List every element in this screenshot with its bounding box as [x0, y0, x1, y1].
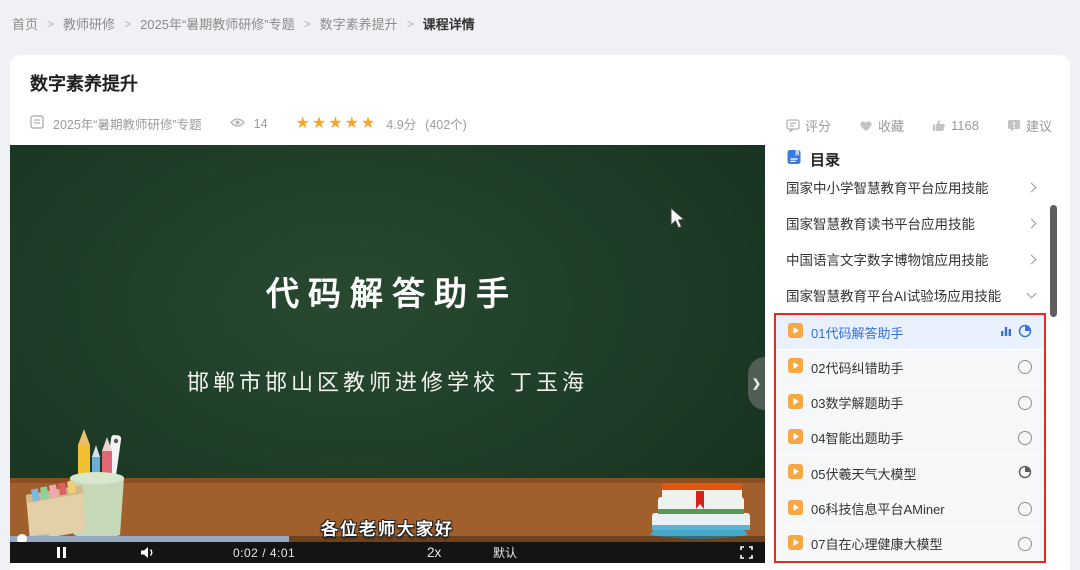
breadcrumb-summer-topic[interactable]: 2025年“暑期教师研修”专题: [140, 14, 295, 33]
not-started-icon: [1018, 395, 1032, 410]
video-lesson-icon: [788, 358, 803, 376]
chevron-right-icon: [1026, 218, 1037, 228]
chevron-down-icon: [1026, 288, 1037, 299]
like-count: 1168: [951, 118, 979, 133]
fullscreen-button[interactable]: [740, 542, 753, 563]
in-progress-icon: [1018, 465, 1032, 482]
video-lesson-icon: [788, 428, 803, 447]
views-count: 14: [253, 116, 268, 131]
toc-group-smart-edu-platform[interactable]: 国家中小学智慧教育平台应用技能: [773, 169, 1049, 205]
breadcrumb-home[interactable]: 首页: [12, 14, 38, 33]
chevron-right-icon: ❯: [751, 378, 762, 390]
catalog-icon: [786, 149, 802, 170]
video-slide-title: 代码解答助手: [266, 274, 518, 313]
rate-label: 评分: [804, 119, 831, 134]
suggest-icon: [1007, 119, 1021, 132]
favorite-button[interactable]: 收藏: [859, 116, 904, 135]
breadcrumb-separator: >: [47, 16, 55, 31]
mouse-cursor: [670, 207, 686, 229]
course-topic: 2025年“暑期教师研修”专题: [53, 118, 202, 132]
video-lesson-icon: [788, 393, 803, 412]
breadcrumb-digital-literacy[interactable]: 数字素养提升: [320, 14, 398, 33]
volume-button[interactable]: [140, 542, 156, 563]
lesson-item-03[interactable]: 03数学解题助手: [776, 385, 1044, 421]
toc-group-ai-lab[interactable]: 国家智慧教育平台AI试验场应用技能: [773, 277, 1049, 313]
not-started-icon: [1018, 360, 1032, 375]
page-title: 数字素养提升: [30, 74, 138, 94]
favorite-label: 收藏: [878, 119, 905, 134]
video-lesson-icon: [788, 464, 803, 482]
toc-header: 目录: [786, 149, 840, 170]
rate-button[interactable]: 评分: [786, 116, 831, 135]
lesson-item-02[interactable]: 02代码纠错助手: [776, 350, 1044, 386]
suggest-label: 建议: [1025, 119, 1052, 134]
breadcrumb-current: 课程详情: [422, 17, 475, 32]
toc-group-list: 国家中小学智慧教育平台应用技能 国家智慧教育读书平台应用技能 中国语言文字数字博…: [773, 169, 1049, 313]
quality-button[interactable]: 默认: [493, 542, 517, 563]
topic-icon: [30, 115, 44, 132]
toc-group-language-museum[interactable]: 中国语言文字数字博物馆应用技能: [773, 241, 1049, 277]
breadcrumb-separator: >: [303, 16, 311, 31]
chevron-right-icon: [1026, 254, 1037, 264]
time-display: 0:02 / 4:01: [233, 545, 296, 560]
toc-group-reading-platform[interactable]: 国家智慧教育读书平台应用技能: [773, 205, 1049, 241]
course-detail-page: 首页 > 教师研修 > 2025年“暑期教师研修”专题 > 数字素养提升 > 课…: [0, 0, 1080, 570]
action-bar: 评分 收藏 1168 建议: [786, 116, 1052, 135]
rating-score: 4.9分: [386, 118, 417, 132]
video-slide-subtitle: 邯郸市邯山区教师进修学校 丁玉海: [187, 371, 588, 396]
rating-stars: ★★★★★: [295, 114, 378, 132]
lesson-item-01[interactable]: 01代码解答助手: [776, 315, 1044, 351]
breadcrumb-separator: >: [406, 16, 414, 31]
video-player[interactable]: 代码解答助手 邯郸市邯山区教师进修学校 丁玉海 各位老师大家好 0:02 / 4…: [10, 145, 765, 563]
rating-count: (402个): [425, 118, 467, 132]
next-slide-tab[interactable]: ❯: [748, 357, 765, 410]
lesson-item-04[interactable]: 04智能出题助手: [776, 420, 1044, 457]
not-started-icon: [1018, 501, 1032, 516]
suggest-button[interactable]: 建议: [1007, 116, 1052, 135]
video-controls: 0:02 / 4:01 2x 默认: [10, 542, 765, 563]
thumbs-up-icon: [932, 119, 946, 132]
breadcrumb: 首页 > 教师研修 > 2025年“暑期教师研修”专题 > 数字素养提升 > 课…: [12, 14, 475, 33]
sidebar-scrollbar-thumb[interactable]: [1050, 205, 1057, 317]
views-icon: [229, 117, 245, 131]
not-started-icon: [1018, 430, 1032, 445]
lesson-item-06[interactable]: 06科技信息平台AMiner: [776, 491, 1044, 527]
playing-equalizer-icon: [1000, 325, 1012, 340]
progress-clock-icon: [1018, 324, 1032, 341]
lesson-list-highlighted: 01代码解答助手 02代码纠错助手 03数学解题助手 04智能出题助手 05伏羲…: [774, 313, 1046, 563]
lesson-item-07[interactable]: 07自在心理健康大模型: [776, 526, 1044, 561]
breadcrumb-separator: >: [124, 16, 132, 31]
video-lesson-icon: [788, 323, 803, 341]
chevron-right-icon: [1026, 182, 1037, 192]
not-started-icon: [1018, 536, 1032, 551]
pause-button[interactable]: [57, 542, 66, 563]
like-button[interactable]: 1168: [932, 118, 979, 133]
lesson-item-05[interactable]: 05伏羲天气大模型: [776, 456, 1044, 492]
playback-speed-button[interactable]: 2x: [427, 542, 441, 563]
video-lesson-icon: [788, 499, 803, 518]
rate-icon: [786, 119, 800, 132]
course-meta: 2025年“暑期教师研修”专题 14 ★★★★★ 4.9分 (402个): [30, 114, 467, 133]
toc-title: 目录: [810, 152, 841, 169]
breadcrumb-teacher-training[interactable]: 教师研修: [63, 14, 115, 33]
video-lesson-icon: [788, 534, 803, 553]
heart-icon: [859, 120, 873, 132]
